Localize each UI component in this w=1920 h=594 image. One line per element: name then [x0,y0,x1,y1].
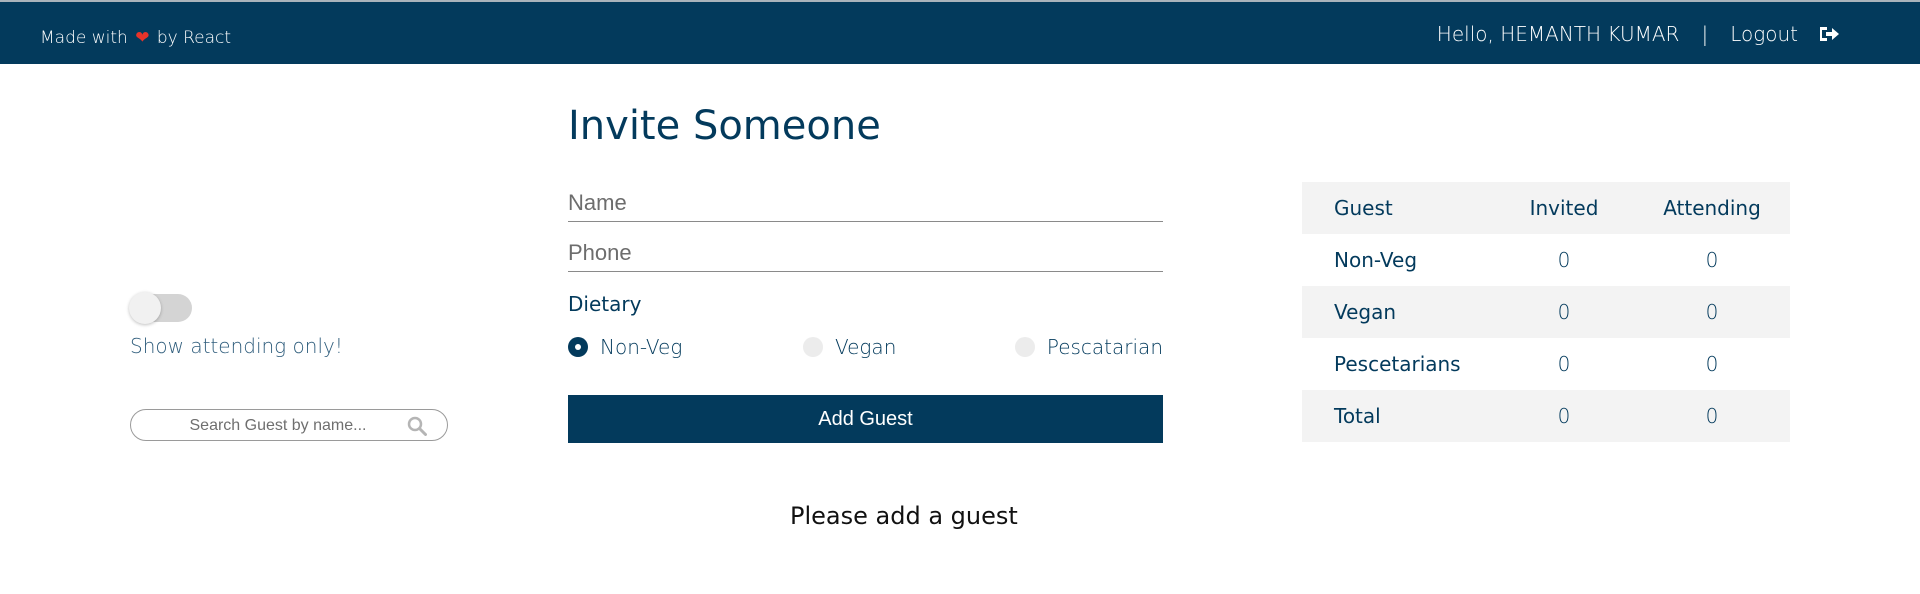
table-header-row: Guest Invited Attending [1302,182,1790,234]
user-greeting: Hello, HEMANTH KUMAR [1436,22,1680,46]
row-label: Non-Veg [1334,248,1418,272]
invited-count: 0 [1557,300,1571,324]
radio-pescatarian[interactable]: Pescatarian [1014,335,1163,359]
table-row: Pescetarians 0 0 [1302,338,1790,390]
radio-non-veg[interactable]: Non-Veg [568,335,682,359]
dietary-options: Non-Veg Vegan Pescatarian [568,335,1163,365]
dietary-label: Dietary [568,292,642,316]
attending-only-toggle[interactable] [129,292,192,324]
name-field[interactable] [568,184,1163,222]
row-label: Pescetarians [1334,352,1461,376]
made-with-prefix: Made with [40,28,128,48]
row-label: Total [1334,404,1381,428]
attending-count: 0 [1705,352,1719,376]
attending-count: 0 [1705,248,1719,272]
phone-field[interactable] [568,234,1163,272]
column-header-attending: Attending [1663,196,1761,220]
made-with-suffix: by React [156,28,232,48]
guest-search [130,409,448,441]
attending-only-label: Show attending only! [130,334,343,358]
nav-separator: | [1701,22,1709,46]
table-row: Vegan 0 0 [1302,286,1790,338]
made-with-credit: Made with ❤ by React [40,28,231,48]
attending-count: 0 [1705,300,1719,324]
empty-guest-message: Please add a guest [790,502,1018,530]
radio-indicator-checked[interactable] [568,337,588,357]
navbar: Made with ❤ by React Hello, HEMANTH KUMA… [0,2,1920,64]
invited-count: 0 [1557,404,1571,428]
search-input[interactable] [151,414,405,438]
radio-vegan[interactable]: Vegan [803,335,896,359]
invited-count: 0 [1557,248,1571,272]
logout-link[interactable]: Logout [1730,22,1798,46]
page-title: Invite Someone [568,103,881,149]
toggle-knob [129,292,161,324]
radio-label-vegan: Vegan [835,335,897,359]
add-guest-button[interactable]: Add Guest [568,395,1163,443]
radio-label-non-veg: Non-Veg [600,335,683,359]
radio-indicator[interactable] [803,337,823,357]
column-header-guest: Guest [1334,196,1393,220]
invited-count: 0 [1557,352,1571,376]
guest-summary-table: Guest Invited Attending Non-Veg 0 0 Vega… [1302,182,1790,442]
user-menu: Hello, HEMANTH KUMAR | Logout [1437,22,1840,46]
table-row: Non-Veg 0 0 [1302,234,1790,286]
logout-icon[interactable] [1818,24,1840,44]
table-row: Total 0 0 [1302,390,1790,442]
search-icon[interactable] [407,416,427,436]
column-header-invited: Invited [1529,196,1599,220]
heart-icon: ❤ [135,28,150,48]
radio-label-pescatarian: Pescatarian [1046,335,1163,359]
attending-count: 0 [1705,404,1719,428]
row-label: Vegan [1334,300,1397,324]
radio-indicator[interactable] [1014,337,1035,357]
